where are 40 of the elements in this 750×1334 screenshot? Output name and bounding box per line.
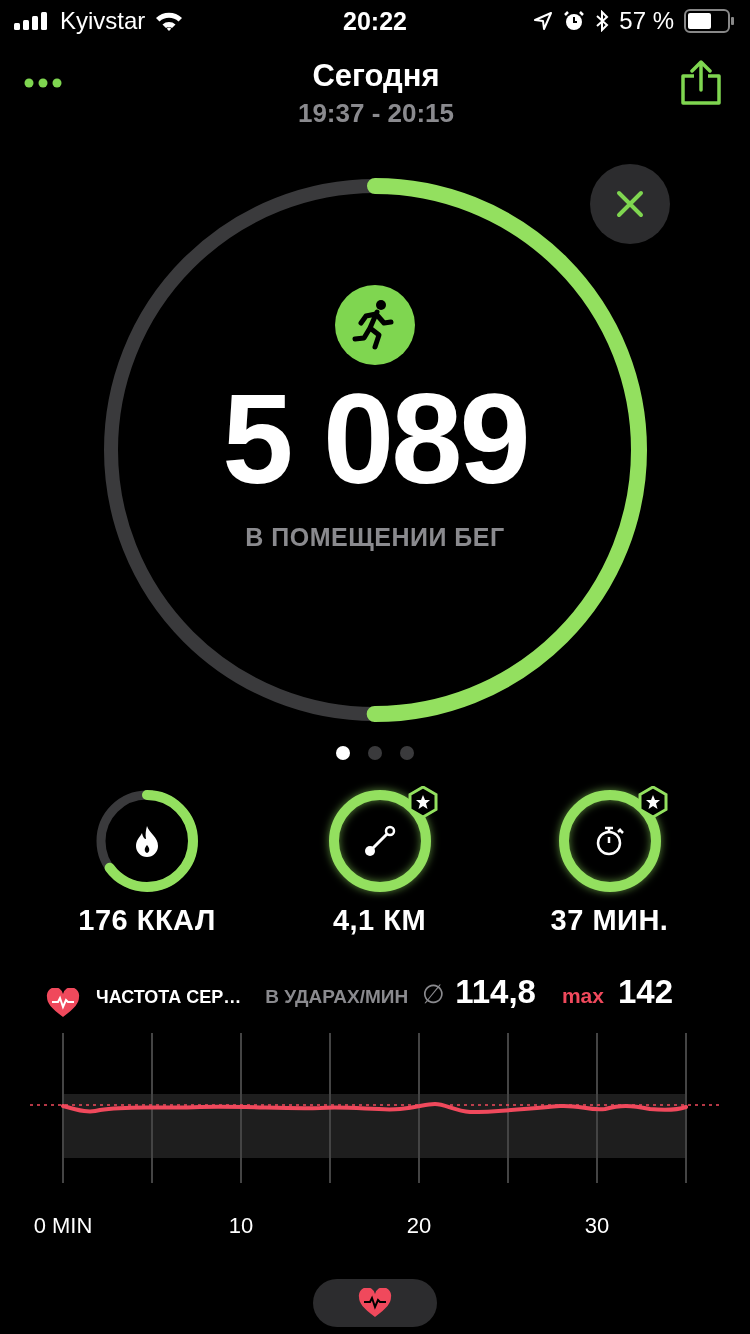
heart-rate-title: ЧАСТОТА СЕР… <box>96 987 242 1008</box>
workout-type: В ПОМЕЩЕНИИ БЕГ <box>245 523 505 552</box>
heart-rate-unit: В УДАРАХ/МИН <box>265 986 409 1008</box>
carrier-name: Kyivstar <box>60 7 146 35</box>
max-label: max <box>561 984 604 1008</box>
share-button[interactable] <box>680 60 722 106</box>
battery-percent: 57 % <box>619 7 674 35</box>
more-button[interactable] <box>24 78 62 88</box>
runner-icon <box>335 285 415 365</box>
battery-icon <box>684 9 734 33</box>
step-count: 5 089 <box>222 375 528 503</box>
page-dot[interactable] <box>336 746 350 760</box>
bluetooth-icon <box>595 10 610 32</box>
close-icon <box>615 189 645 219</box>
page-dot[interactable] <box>368 746 382 760</box>
metric-value: 4,1 КМ <box>332 904 427 937</box>
heart-rate-icon <box>358 1288 392 1318</box>
axis-label: 20 <box>405 1213 433 1239</box>
heart-rate-icon <box>46 988 80 1018</box>
signal-icon <box>14 12 50 30</box>
metric-value: 37 МИН. <box>550 904 669 937</box>
axis-label: 10 <box>227 1213 255 1239</box>
average-heart-rate: 114,8 <box>455 973 536 1011</box>
heart-rate-button[interactable] <box>313 1279 437 1327</box>
page-dot[interactable] <box>400 746 414 760</box>
metric-value: 176 ККАЛ <box>78 904 216 937</box>
page-title: Сегодня <box>312 58 440 94</box>
alarm-icon <box>563 10 586 32</box>
average-symbol: ∅ <box>422 979 446 1010</box>
location-icon <box>533 11 554 31</box>
more-icon <box>24 78 62 88</box>
flame-icon <box>134 825 160 857</box>
axis-label: 0 MIN <box>32 1213 94 1239</box>
status-time: 20:22 <box>342 6 408 36</box>
axis-label: 30 <box>583 1213 611 1239</box>
time-range: 19:37 - 20:15 <box>297 98 455 129</box>
route-icon <box>362 824 397 858</box>
share-icon <box>680 60 722 106</box>
wifi-icon <box>155 11 184 31</box>
max-heart-rate: 142 <box>617 973 674 1011</box>
